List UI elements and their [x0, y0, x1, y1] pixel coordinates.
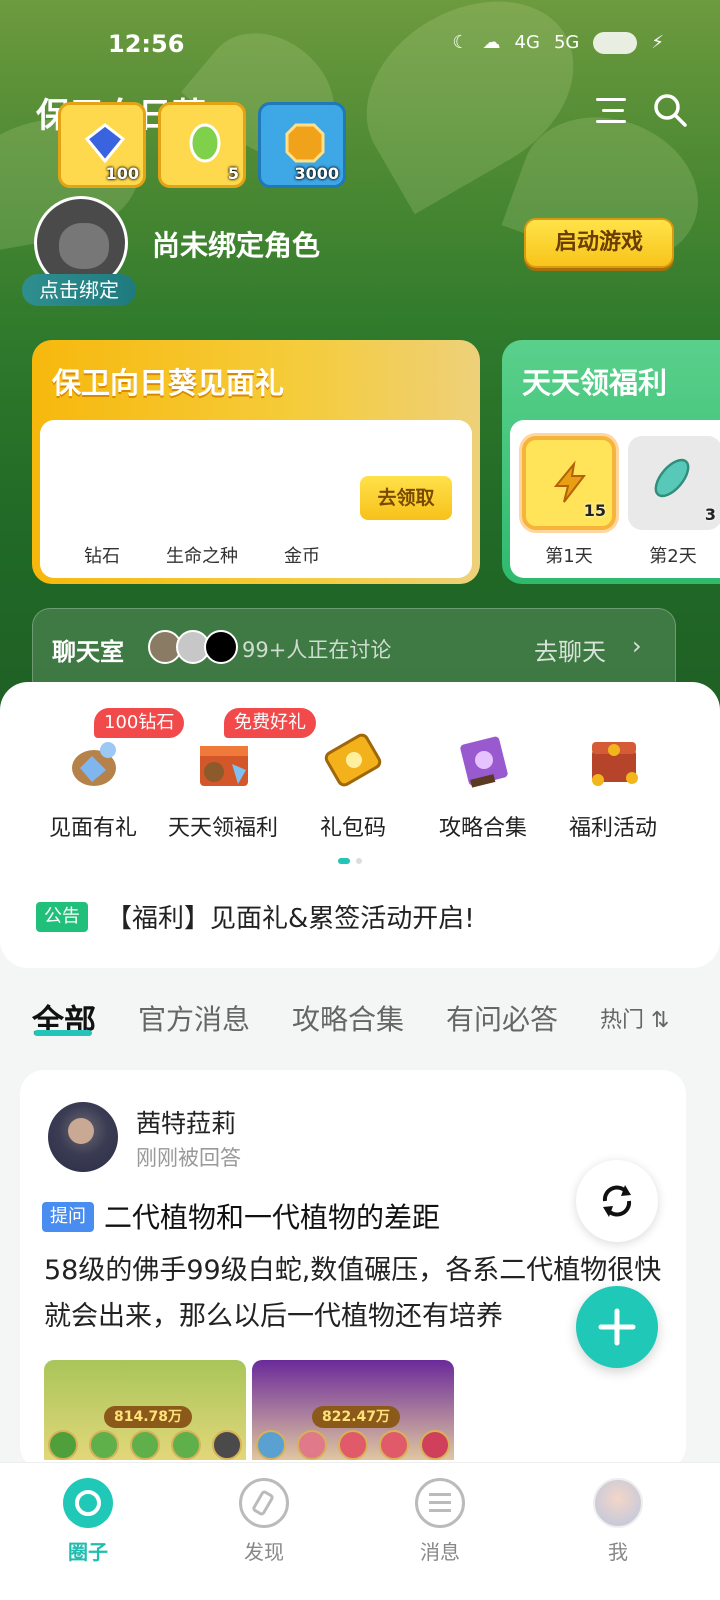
weather-icon: ☁	[482, 32, 501, 53]
menu-icon[interactable]	[596, 96, 630, 126]
search-icon[interactable]	[652, 92, 688, 128]
nav-me[interactable]: 我	[568, 1478, 668, 1565]
badge-free-gift: 免费好礼	[224, 708, 316, 738]
chat-participant-avatars	[148, 630, 238, 664]
nav-discover[interactable]: 发现	[214, 1478, 314, 1565]
chat-room-title: 聊天室	[52, 638, 124, 666]
nav-circle[interactable]: 圈子	[38, 1478, 138, 1565]
nav-messages[interactable]: 消息	[390, 1478, 490, 1565]
chat-count-text: 99+人正在讨论	[242, 638, 392, 662]
quick-link-events[interactable]: 福利活动	[548, 712, 678, 842]
reward-gold-coin: 3000	[258, 102, 346, 188]
go-chat-link[interactable]: 去聊天	[534, 632, 606, 667]
profile-avatar-icon	[593, 1478, 643, 1528]
plus-icon	[598, 1308, 636, 1346]
reward-label: 钻石	[84, 546, 120, 567]
moon-icon: ☾	[452, 32, 469, 53]
carousel-indicator	[338, 858, 362, 864]
day-reward-2[interactable]: 3	[628, 436, 720, 530]
question-tag: 提问	[42, 1202, 94, 1232]
treasure-chest-icon	[592, 742, 638, 786]
feather-icon	[654, 458, 690, 498]
charging-icon: ⚡	[651, 32, 664, 53]
quick-link-guides[interactable]: 攻略合集	[418, 712, 548, 842]
add-post-button[interactable]	[576, 1286, 658, 1368]
message-icon	[415, 1478, 465, 1528]
refresh-button[interactable]	[576, 1160, 658, 1242]
refresh-icon	[602, 1185, 632, 1217]
tab-official[interactable]: 官方消息	[138, 998, 250, 1038]
post-status: 刚刚被回答	[136, 1146, 241, 1170]
life-seed-icon	[189, 123, 221, 163]
diamond-icon	[84, 123, 126, 164]
day-label: 第1天	[545, 546, 593, 567]
reward-label: 生命之种	[166, 546, 238, 567]
circle-icon	[63, 1478, 113, 1528]
avatar[interactable]	[48, 1102, 118, 1172]
post-image[interactable]: 822.47万	[252, 1360, 454, 1460]
signal-5g-icon: 5G	[553, 32, 580, 53]
day-reward-1[interactable]: 15	[522, 436, 616, 530]
book-icon	[460, 736, 508, 788]
sort-button[interactable]: 热门 ⇅	[600, 1002, 669, 1034]
post-image[interactable]: 814.78万	[44, 1360, 246, 1460]
notice-tag: 公告	[36, 902, 88, 932]
lightning-icon	[553, 460, 587, 503]
chevron-right-icon[interactable]: ›	[632, 632, 642, 660]
status-time: 12:56	[108, 30, 185, 58]
tab-underline	[34, 1030, 92, 1036]
tab-qa[interactable]: 有问必答	[446, 998, 558, 1038]
reward-diamond: 100	[58, 102, 146, 188]
notice-text[interactable]: 【福利】见面礼&累签活动开启!	[106, 898, 475, 935]
welcome-gift-title: 保卫向日葵见面礼	[52, 366, 285, 400]
compass-icon	[239, 1478, 289, 1528]
status-bar: 12:56 ☾ ☁ 4G 5G ⚡	[0, 0, 720, 90]
claim-gift-button[interactable]: 去领取	[360, 476, 452, 520]
badge-100-diamond: 100钻石	[94, 708, 185, 738]
reward-label: 金币	[284, 546, 320, 567]
day-label: 第2天	[649, 546, 697, 567]
post-title[interactable]: 二代植物和一代植物的差距	[104, 1196, 440, 1236]
sort-icon: ⇅	[651, 1008, 670, 1033]
start-game-button[interactable]: 启动游戏	[524, 218, 674, 268]
bind-role-button[interactable]: 点击绑定	[22, 274, 136, 306]
battery-icon	[593, 32, 638, 54]
tab-guides[interactable]: 攻略合集	[292, 998, 404, 1038]
daily-welfare-title: 天天领福利	[522, 366, 668, 400]
reward-life-seed: 5	[158, 102, 246, 188]
ticket-icon	[324, 733, 382, 787]
unbound-role-text: 尚未绑定角色	[152, 229, 321, 262]
signal-4g-icon: 4G	[514, 32, 540, 53]
feed-tabs: 全部 官方消息 攻略合集 有问必答	[32, 998, 692, 1044]
post-username[interactable]: 茜特菈莉	[136, 1104, 236, 1140]
gold-coin-icon	[285, 123, 325, 163]
